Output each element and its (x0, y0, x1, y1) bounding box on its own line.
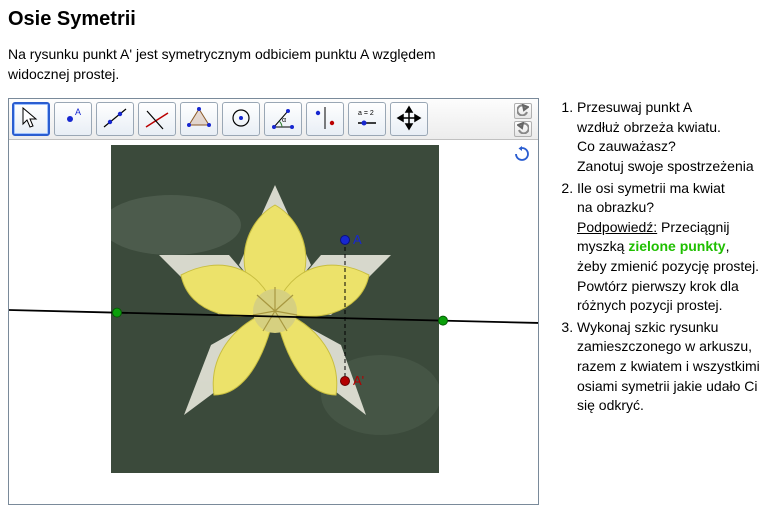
tool-reflect[interactable] (306, 102, 344, 136)
tool-slider[interactable]: a = 2 (348, 102, 386, 136)
toolbar: A (9, 99, 538, 140)
reflect-icon (312, 105, 338, 134)
intro-text: Na rysunku punkt A' jest symetrycznym od… (8, 45, 468, 84)
tool-arrow[interactable] (12, 102, 50, 136)
instruction-2: Ile osi symetrii ma kwiat na obrazku? Po… (577, 179, 765, 316)
green-point-left[interactable] (113, 308, 122, 317)
perpendicular-icon (144, 105, 170, 134)
move-canvas-icon (396, 105, 422, 134)
angle-icon: α (270, 105, 296, 134)
tool-move-canvas[interactable] (390, 102, 428, 136)
point-a[interactable] (341, 236, 350, 245)
redo-icon (517, 121, 529, 137)
geometry-canvas[interactable]: A A' (9, 140, 538, 504)
tool-angle[interactable]: α (264, 102, 302, 136)
tool-point[interactable]: A (54, 102, 92, 136)
undo-icon (517, 103, 529, 119)
slider-icon: a = 2 (354, 105, 380, 134)
point-a-prime (341, 377, 350, 386)
svg-text:A: A (75, 107, 81, 117)
green-point-right[interactable] (439, 316, 448, 325)
label-a: A (353, 232, 362, 247)
circle-icon (228, 105, 254, 134)
geogebra-applet: A (8, 98, 539, 505)
page-title: Osie Symetrii (8, 8, 765, 31)
line-icon (102, 105, 128, 134)
svg-text:α: α (282, 117, 286, 124)
tool-polygon[interactable] (180, 102, 218, 136)
redo-button[interactable] (514, 121, 532, 137)
symmetry-line[interactable] (9, 310, 538, 323)
tool-circle[interactable] (222, 102, 260, 136)
instruction-3: Wykonaj szkic rysunku zamieszczonego w a… (577, 318, 765, 416)
svg-text:a = 2: a = 2 (358, 110, 374, 117)
point-icon: A (60, 105, 86, 134)
tool-line[interactable] (96, 102, 134, 136)
geometry-overlay: A A' (9, 140, 538, 504)
instruction-1: Przesuwaj punkt A wzdłuż obrzeża kwiatu.… (577, 98, 765, 176)
instructions-panel: Przesuwaj punkt A wzdłuż obrzeża kwiatu.… (555, 98, 765, 418)
undo-button[interactable] (514, 103, 532, 119)
label-a-prime: A' (353, 373, 364, 388)
polygon-icon (186, 105, 212, 134)
tool-perpendicular[interactable] (138, 102, 176, 136)
arrow-icon (18, 105, 44, 134)
